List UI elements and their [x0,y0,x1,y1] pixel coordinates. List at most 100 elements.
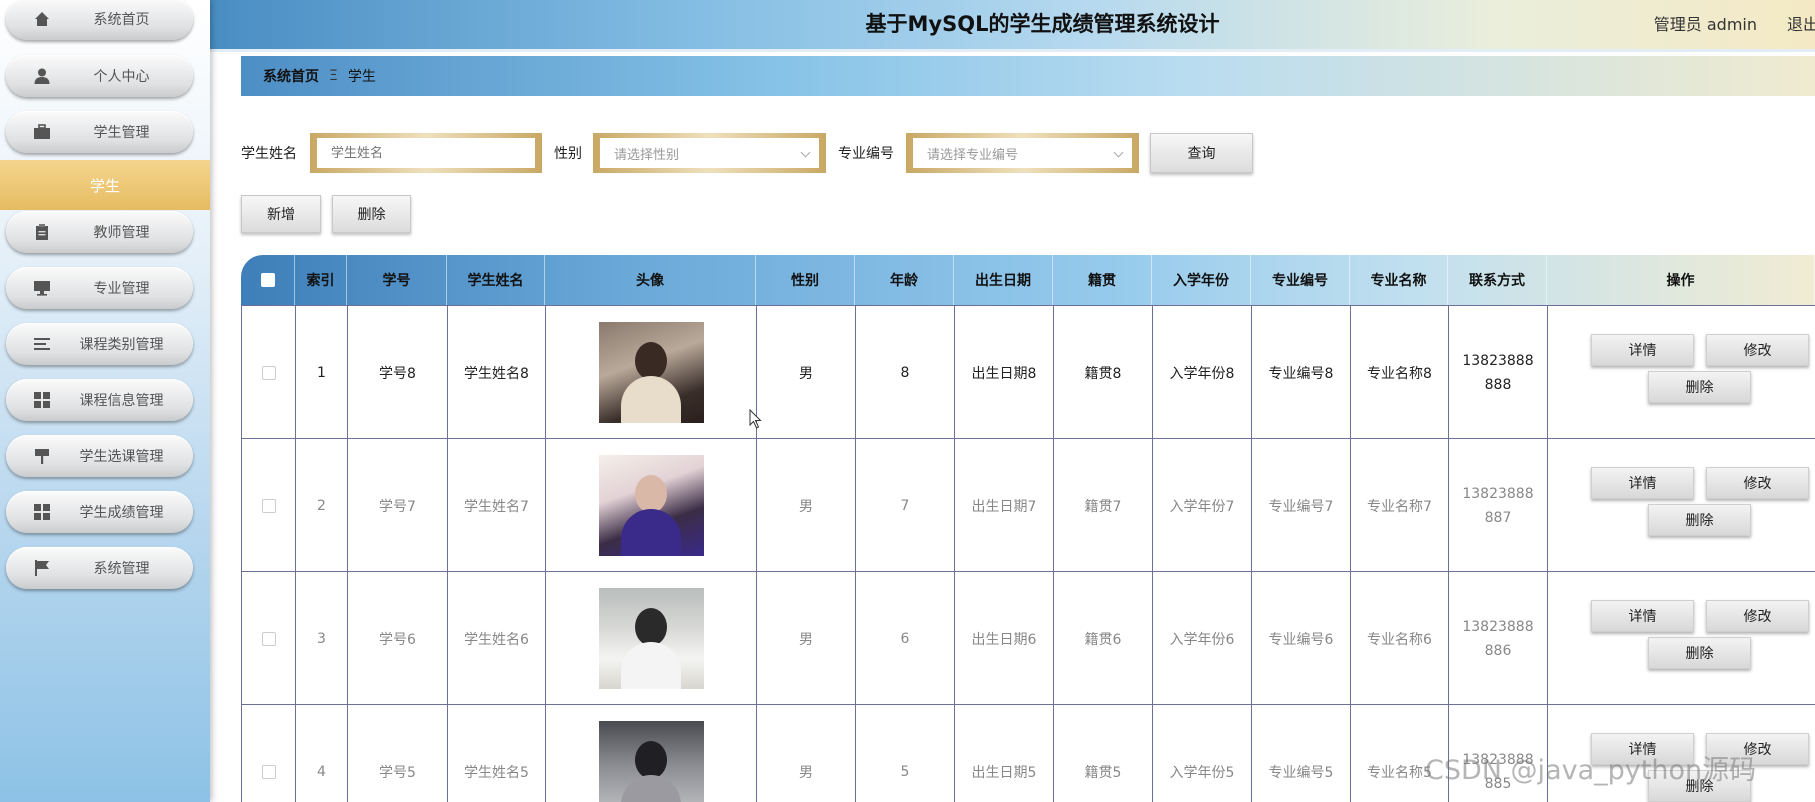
ops-cell: 详情 修改删除 [1547,306,1815,439]
cell-birth: 出生日期7 [954,439,1053,572]
contact-cell: 13823888 887 [1448,439,1547,572]
edit-button[interactable]: 修改 [1706,600,1809,632]
major-no-select[interactable]: 请选择专业编号 [913,138,1132,168]
row-select-cell [241,439,295,572]
sidebar-item-4[interactable]: 教师管理 [6,211,193,253]
edit-button[interactable]: 修改 [1706,467,1809,499]
cell-id: 学号7 [347,439,447,572]
gender-field: 请选择性别 [593,133,826,173]
cell-major_name: 专业名称6 [1350,572,1448,705]
header-select-all [241,255,295,305]
cell-origin: 籍贯7 [1053,439,1152,572]
chevron-down-icon [800,147,811,158]
sidebar-item-3[interactable]: 学生管理 [6,111,193,153]
header: 基于MySQL的学生成绩管理系统设计 管理员 admin 退出 [210,0,1815,52]
avatar [598,588,704,689]
cell-gender: 男 [756,705,855,802]
row-checkbox[interactable] [261,498,276,513]
user-icon [33,67,51,85]
column-header: 学生姓名 [447,255,545,305]
column-header: 籍贯 [1053,255,1152,305]
sidebar-item-8[interactable]: 学生选课管理 [6,435,193,477]
table-row: 2 学号7 学生姓名7 男 7 出生日期7 籍贯7 入学年份7 专业编号7 专业名称7 138238… [241,438,1815,572]
cell-index: 3 [295,572,347,705]
cell-birth: 出生日期8 [954,306,1053,439]
cell-major_no: 专业编号8 [1251,306,1350,439]
sidebar-item-1[interactable]: 系统首页 [6,0,193,40]
home-icon [33,10,51,28]
sidebar-item-label: 学生管理 [93,125,150,141]
delete-button[interactable]: 删除 [1648,637,1751,669]
delete-button[interactable]: 删除 [1648,504,1751,536]
cell-origin: 籍贯6 [1053,572,1152,705]
column-header: 学号 [347,255,447,305]
column-header: 专业名称 [1350,255,1448,305]
row-checkbox[interactable] [261,631,276,646]
sidebar: 系统首页 个人中心 学生管理 教师管理 专业管理 课程类别管理 课程信息管理 学生选课管理 学生… [0,0,210,802]
student-name-label: 学生姓名 [241,146,297,162]
sidebar-item-9[interactable]: 学生成绩管理 [6,491,193,533]
row-checkbox[interactable] [261,365,276,380]
cell-age: 5 [855,705,954,802]
cell-id: 学号8 [347,306,447,439]
edit-button[interactable]: 修改 [1706,334,1809,366]
sidebar-item-7[interactable]: 课程信息管理 [6,379,193,421]
cell-major_no: 专业编号5 [1251,705,1350,802]
add-button[interactable]: 新增 [241,195,321,233]
mouse-cursor-icon [749,409,762,429]
detail-button[interactable]: 详情 [1591,334,1694,366]
column-header: 操作 [1547,255,1815,305]
sidebar-item-6[interactable]: 课程类别管理 [6,323,193,365]
avatar-cell [545,572,756,705]
watermark: CSDN @java_python源码 [1425,755,1757,786]
cell-origin: 籍贯5 [1053,705,1152,802]
major-no-placeholder: 请选择专业编号 [927,147,1019,163]
contact-cell: 13823888 888 [1448,306,1547,439]
sidebar-item-label: 学生选课管理 [79,449,164,465]
cell-gender: 男 [756,572,855,705]
sidebar-subitem-student[interactable]: 学生 [0,160,210,210]
column-header: 联系方式 [1448,255,1547,305]
breadcrumb-home[interactable]: 系统首页 [263,66,319,86]
detail-button[interactable]: 详情 [1591,467,1694,499]
sidebar-item-label: 学生成绩管理 [79,505,164,521]
grid-icon [33,391,51,409]
cell-age: 7 [855,439,954,572]
batch-delete-button[interactable]: 删除 [332,195,411,233]
column-header: 出生日期 [954,255,1053,305]
student-name-input[interactable] [317,138,535,168]
cell-index: 1 [295,306,347,439]
detail-button[interactable]: 详情 [1591,600,1694,632]
cell-major_name: 专业名称7 [1350,439,1448,572]
cell-major_no: 专业编号6 [1251,572,1350,705]
sidebar-item-2[interactable]: 个人中心 [6,55,193,97]
cell-year: 入学年份6 [1152,572,1251,705]
breadcrumb: 系统首页 Ξ 学生 [241,56,1815,96]
sidebar-item-label: 课程类别管理 [79,337,164,353]
phone-line-1: 13823888 [1462,352,1534,369]
phone-line-2: 888 [1484,376,1512,393]
briefcase-icon [33,123,51,141]
select-all-checkbox[interactable] [260,273,275,287]
sidebar-item-label: 个人中心 [93,69,150,85]
sidebar-item-10[interactable]: 系统管理 [6,547,193,589]
flag-icon [33,559,51,577]
cell-year: 入学年份7 [1152,439,1251,572]
delete-button[interactable]: 删除 [1648,371,1751,403]
sidebar-item-label: 教师管理 [93,225,150,241]
grid-icon [33,503,51,521]
student-table: 索引 学号 学生姓名 头像 性别 年龄 出生日期 籍贯 入学年份 专业编号 专业名称 联系方式 操作 1… [241,255,1815,802]
avatar [598,322,704,423]
phone-line-2: 887 [1484,509,1512,526]
gender-select[interactable]: 请选择性别 [600,138,819,168]
major-no-field: 请选择专业编号 [906,133,1139,173]
row-checkbox[interactable] [261,764,276,779]
cell-index: 4 [295,705,347,802]
sidebar-item-5[interactable]: 专业管理 [6,267,193,309]
query-button[interactable]: 查询 [1150,133,1253,173]
logout-link[interactable]: 退出 [1787,11,1815,35]
row-select-cell [241,306,295,439]
cell-birth: 出生日期5 [954,705,1053,802]
sidebar-item-label: 课程信息管理 [79,393,164,409]
chevron-down-icon [1113,147,1124,158]
